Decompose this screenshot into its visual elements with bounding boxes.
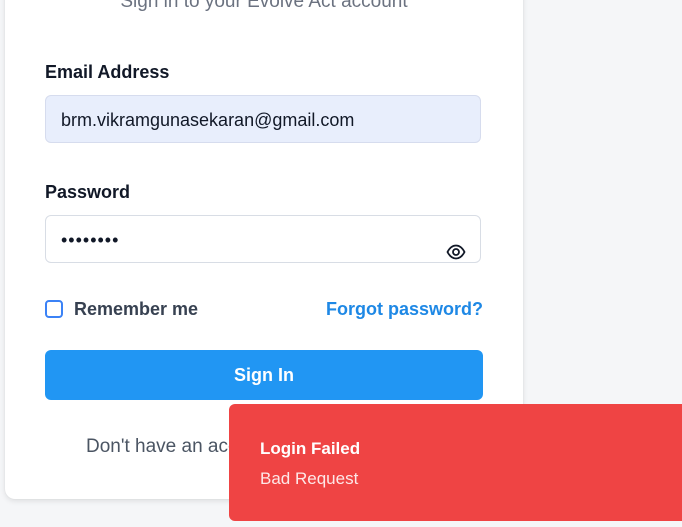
password-value: ••••••••: [61, 230, 120, 250]
password-field[interactable]: ••••••••: [45, 215, 481, 263]
password-label: Password: [45, 182, 131, 202]
remember-me-row[interactable]: Remember me: [45, 298, 198, 320]
eye-icon[interactable]: [446, 231, 466, 260]
forgot-password-link[interactable]: Forgot password?: [326, 299, 483, 320]
email-label: Email Address: [45, 62, 170, 82]
error-toast[interactable]: Login Failed Bad Request: [229, 404, 682, 521]
email-field[interactable]: brm.vikramgunasekaran@gmail.com: [45, 95, 481, 143]
login-subtitle: Sign in to your Evolve Act account: [120, 0, 408, 12]
remember-me-label[interactable]: Remember me: [74, 299, 198, 320]
sign-in-button[interactable]: Sign In: [45, 350, 483, 400]
remember-me-checkbox[interactable]: [45, 300, 63, 318]
toast-message: Bad Request: [260, 469, 359, 488]
toast-title: Login Failed: [260, 439, 361, 458]
